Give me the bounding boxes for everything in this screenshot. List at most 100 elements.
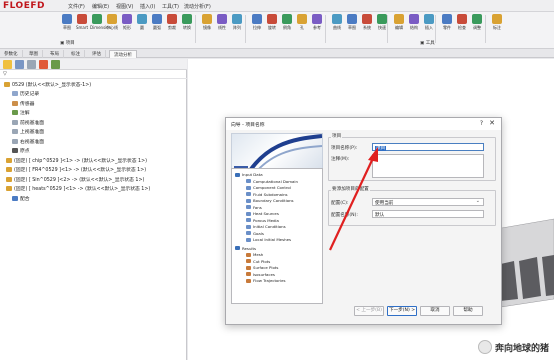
- tree-item[interactable]: 注解: [12, 109, 30, 116]
- tree-item[interactable]: (固定) [ Sin^0529 ]<2> -> (默认<<默认>_显示状态 1>…: [6, 176, 144, 183]
- tree-item[interactable]: (固定) [ chip^0529 ]<1> -> (默认<<默认>_显示状态 1…: [6, 157, 147, 164]
- ribbon-button[interactable]: 草图: [60, 14, 74, 31]
- ribbon-button[interactable]: 中心线: [105, 14, 119, 31]
- wizard-input-item[interactable]: Initial Conditions: [246, 224, 286, 229]
- ribbon-button-label: 阵列: [233, 25, 241, 30]
- tree-item[interactable]: 传感器: [12, 100, 34, 107]
- ribbon-button[interactable]: 转换: [180, 14, 194, 31]
- wizard-input-item[interactable]: Fans: [246, 205, 262, 210]
- ribbon-button[interactable]: 草图: [345, 14, 359, 31]
- wizard-results-label: Results: [242, 245, 257, 251]
- ribbon-button[interactable]: 系统: [360, 14, 374, 31]
- configuration-name-input[interactable]: 默认: [372, 210, 484, 218]
- part-icon: [4, 82, 10, 87]
- tab-flow-analysis[interactable]: 流动分析: [109, 50, 137, 58]
- ribbon-button[interactable]: 编辑: [392, 14, 406, 31]
- ribbon-separator: [325, 15, 326, 43]
- ribbon-button[interactable]: 调整: [470, 14, 484, 31]
- ribbon-button[interactable]: 矩形: [120, 14, 134, 31]
- prev-button[interactable]: < 上一步(B): [354, 306, 384, 316]
- display-tab-icon[interactable]: [51, 60, 60, 69]
- wizard-input-data[interactable]: Input Data: [235, 172, 263, 177]
- tab-parametric[interactable]: 参数化: [0, 50, 23, 58]
- tree-item[interactable]: (固定) [ FR4^0529 ]<1> -> (默认<<默认>_显示状态 1>…: [6, 166, 146, 173]
- wizard-input-item[interactable]: Boundary Conditions: [246, 198, 294, 203]
- tree-item[interactable]: 上视基准面: [12, 128, 44, 135]
- dimxpert-tab-icon[interactable]: [39, 60, 48, 69]
- tab-annotation[interactable]: 标注: [67, 50, 85, 58]
- menu-flow-analysis[interactable]: 流动分析(F): [184, 3, 211, 10]
- wizard-result-item-icon: [246, 272, 251, 276]
- tree-root[interactable]: 0529 (默认<<默认>_显示状态-1>): [4, 81, 91, 88]
- help-icon[interactable]: ?: [480, 120, 483, 127]
- tree-item[interactable]: 历史记录: [12, 90, 39, 97]
- ribbon-button[interactable]: 曲线: [330, 14, 344, 31]
- next-button[interactable]: 下一步(N) >: [387, 306, 417, 316]
- wizard-input-item[interactable]: Fluid Subdomains: [246, 192, 288, 197]
- ribbon-button[interactable]: 镜像: [200, 14, 214, 31]
- ribbon-button[interactable]: 圆: [135, 14, 149, 31]
- ribbon-button-icon: [457, 14, 467, 24]
- tree-item-label: 原点: [20, 149, 30, 154]
- wizard-input-item[interactable]: Goals: [246, 231, 264, 236]
- wizard-input-item[interactable]: Local Initial Meshes: [246, 237, 291, 242]
- menu-edit[interactable]: 编辑(E): [92, 3, 109, 10]
- wizard-result-item[interactable]: Flow Trajectories: [246, 278, 286, 283]
- menu-tools[interactable]: 工具(T): [162, 3, 179, 10]
- menu-file[interactable]: 文件(F): [68, 3, 85, 10]
- ribbon-button[interactable]: 参考: [310, 14, 324, 31]
- tree-item[interactable]: 原点: [12, 147, 30, 154]
- ribbon-button-icon: [282, 14, 292, 24]
- wizard-result-item[interactable]: Cut Plots: [246, 259, 270, 264]
- project-combo[interactable]: ▣ 项目: [60, 40, 75, 46]
- wizard-result-item[interactable]: Mesh: [246, 252, 263, 257]
- ribbon-button[interactable]: 结构: [407, 14, 421, 31]
- help-button[interactable]: 帮助: [453, 306, 483, 316]
- filter-icon[interactable]: ▽: [3, 71, 7, 77]
- property-tab-icon[interactable]: [15, 60, 24, 69]
- configuration-select[interactable]: 使用当前: [372, 198, 484, 206]
- close-icon[interactable]: ✕: [489, 119, 495, 127]
- ribbon-button[interactable]: 倒角: [280, 14, 294, 31]
- tab-sketch[interactable]: 草图: [25, 50, 43, 58]
- tab-layout[interactable]: 布局: [46, 50, 64, 58]
- ribbon-button[interactable]: 标注: [490, 14, 504, 31]
- project-name-input[interactable]: 项目: [372, 143, 484, 151]
- ribbon-button-icon: [252, 14, 262, 24]
- ribbon-button[interactable]: 拉伸: [250, 14, 264, 31]
- ribbon-button[interactable]: 零件: [440, 14, 454, 31]
- ribbon-button[interactable]: 圆弧: [150, 14, 164, 31]
- wizard-input-item[interactable]: Porous Media: [246, 218, 279, 223]
- wizard-input-item[interactable]: Heat Sources: [246, 211, 279, 216]
- tree-item[interactable]: 配合: [12, 195, 30, 202]
- wizard-input-item-label: Heat Sources: [253, 211, 279, 216]
- menu-view[interactable]: 视图(V): [116, 3, 133, 10]
- ribbon-button[interactable]: 线性: [215, 14, 229, 31]
- wizard-results[interactable]: Results: [235, 246, 256, 251]
- cancel-button[interactable]: 取消: [420, 306, 450, 316]
- ribbon-button[interactable]: 剪裁: [165, 14, 179, 31]
- menu-insert[interactable]: 插入(I): [140, 3, 155, 10]
- wizard-input-item[interactable]: Computational Domain: [246, 179, 298, 184]
- tools-combo[interactable]: ▣ 工具: [420, 40, 435, 46]
- wizard-input-data-icon: [235, 172, 240, 177]
- tab-evaluate[interactable]: 评估: [88, 50, 106, 58]
- tree-item[interactable]: 前视基准面: [12, 119, 44, 126]
- ribbon-button[interactable]: 旋转: [265, 14, 279, 31]
- feature-tree-tab-icon[interactable]: [3, 60, 12, 69]
- comment-input[interactable]: [372, 154, 484, 178]
- ribbon-button[interactable]: 阵列: [230, 14, 244, 31]
- ribbon-button[interactable]: 孔: [295, 14, 309, 31]
- wizard-result-item[interactable]: Isosurfaces: [246, 272, 275, 277]
- ribbon-button[interactable]: 检查: [455, 14, 469, 31]
- ribbon-button[interactable]: Smart: [75, 14, 89, 30]
- ribbon-button-label: 圆: [140, 25, 144, 30]
- tree-item[interactable]: (固定) [ heats^0529 ]<1> -> (默认<<默认>_显示状态 …: [6, 185, 150, 192]
- wizard-input-item[interactable]: Component Control: [246, 185, 291, 190]
- ribbon-button[interactable]: 插入: [422, 14, 436, 31]
- ribbon-button[interactable]: Dimension: [90, 14, 111, 30]
- tree-item-label: (固定) [ Sin^0529 ]<2> -> (默认<<默认>_显示状态 1>…: [14, 177, 145, 183]
- tree-item[interactable]: 右视基准面: [12, 138, 44, 145]
- config-tab-icon[interactable]: [27, 60, 36, 69]
- wizard-result-item[interactable]: Surface Plots: [246, 265, 278, 270]
